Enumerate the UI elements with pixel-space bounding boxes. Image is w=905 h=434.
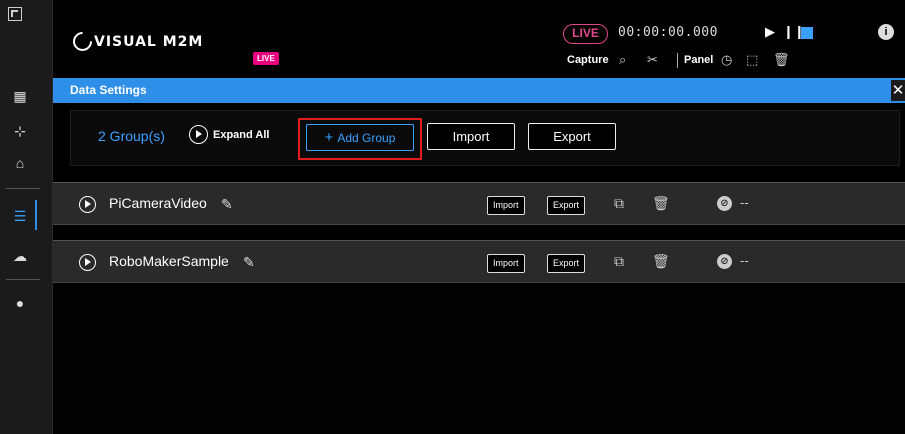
copy-icon[interactable]: ⧉	[614, 253, 624, 270]
panel-clock-icon[interactable]: ◷	[721, 52, 732, 68]
expand-group-icon[interactable]	[79, 196, 96, 213]
sidebar: ▦ ⊹ ⌂ ☰ ☁ ●	[0, 0, 53, 434]
data-settings-titlebar: Data Settings ✕	[53, 78, 905, 103]
panel-canvas	[53, 285, 905, 434]
group-status: --	[740, 195, 749, 210]
group-export-button[interactable]: Export	[547, 196, 586, 215]
group-export-button[interactable]: Export	[547, 254, 586, 273]
app-logo: VISUAL M2M	[69, 28, 204, 55]
panel-label: Panel	[684, 54, 714, 66]
group-name: PiCameraVideo	[109, 195, 207, 211]
trash-icon[interactable]: 🗑	[652, 253, 670, 270]
panel-view-icon[interactable]: ⌂	[0, 150, 40, 176]
close-icon[interactable]: ✕	[891, 80, 905, 101]
add-group-button[interactable]: + Add Group	[306, 124, 414, 151]
expand-all-button[interactable]: Expand All	[189, 125, 269, 144]
expand-group-icon[interactable]	[79, 254, 96, 271]
link-status-icon: ⊘	[717, 196, 732, 211]
header-divider	[677, 53, 678, 68]
groups-count: 2 Group(s)	[98, 128, 165, 144]
dashboard-icon[interactable]: ▦	[0, 83, 40, 109]
data-settings-toolbar: 2 Group(s) Expand All + Add Group Import…	[70, 110, 900, 166]
user-account-icon[interactable]: ●	[0, 290, 40, 316]
logo-mark-icon	[69, 28, 96, 55]
live-button[interactable]: LIVE	[563, 24, 608, 44]
trash-icon[interactable]: 🗑	[652, 195, 670, 212]
capture-label: Capture	[567, 54, 609, 66]
data-settings-title: Data Settings	[70, 83, 147, 97]
add-group-label: Add Group	[337, 130, 396, 145]
stop-icon[interactable]	[801, 27, 813, 39]
panel-select-icon[interactable]: ⬚	[746, 52, 758, 68]
plus-icon: +	[324, 129, 334, 146]
edit-pencil-icon[interactable]: ✎	[243, 254, 255, 271]
import-button[interactable]: Import	[427, 123, 515, 150]
expand-window-icon[interactable]	[8, 7, 22, 21]
data-settings-list-icon[interactable]: ☰	[0, 203, 40, 229]
cloud-upload-icon[interactable]: ☁	[0, 243, 40, 269]
app-header: VISUAL M2M LIVE LIVE 00:00:00.000 ▶ ❙❙ i…	[53, 0, 905, 78]
copy-icon[interactable]: ⧉	[614, 195, 624, 212]
group-row[interactable]: RoboMakerSample ✎ Import Export ⧉ 🗑 ⊘ --	[53, 240, 905, 283]
scissors-icon[interactable]: ✂	[647, 52, 658, 68]
group-import-button[interactable]: Import	[487, 196, 525, 215]
capture-search-icon[interactable]: ⌕	[619, 52, 626, 68]
timecode-display: 00:00:00.000	[618, 25, 718, 40]
link-status-icon: ⊘	[717, 254, 732, 269]
sidebar-divider	[6, 279, 40, 280]
network-icon[interactable]: ⊹	[0, 118, 40, 144]
play-icon[interactable]: ▶	[765, 24, 775, 40]
logo-text: VISUAL M2M	[94, 33, 204, 50]
group-status: --	[740, 253, 749, 268]
expand-all-label: Expand All	[213, 128, 270, 141]
group-name: RoboMakerSample	[109, 253, 229, 269]
panel-delete-icon[interactable]: 🗑	[773, 52, 790, 68]
sidebar-divider	[6, 188, 40, 189]
live-tag: LIVE	[253, 52, 279, 65]
active-indicator	[35, 200, 37, 230]
edit-pencil-icon[interactable]: ✎	[221, 196, 233, 213]
info-icon[interactable]: i	[878, 24, 894, 40]
group-row[interactable]: PiCameraVideo ✎ Import Export ⧉ 🗑 ⊘ --	[53, 182, 905, 225]
play-circle-icon	[189, 125, 208, 144]
export-button[interactable]: Export	[528, 123, 616, 150]
group-import-button[interactable]: Import	[487, 254, 525, 273]
